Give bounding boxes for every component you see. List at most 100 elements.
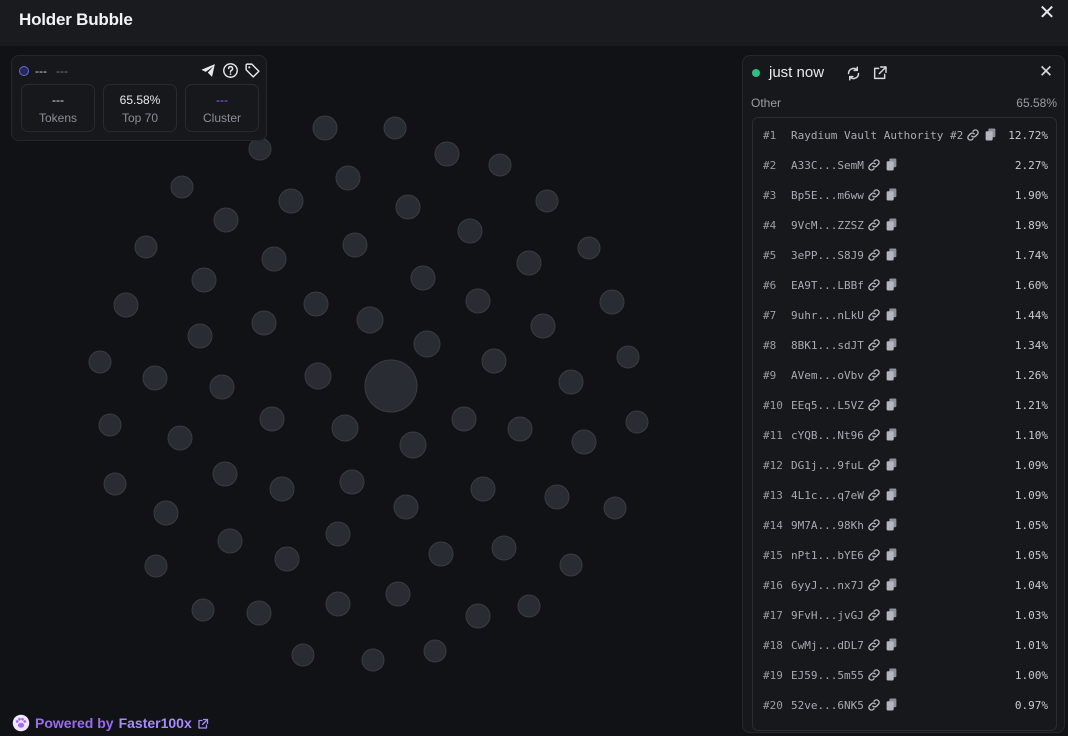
help-icon[interactable] bbox=[222, 62, 239, 79]
link-icon[interactable] bbox=[867, 578, 881, 592]
holder-bubble[interactable] bbox=[616, 345, 640, 369]
holder-bubble[interactable] bbox=[113, 292, 139, 318]
holder-row[interactable]: #18 CwMj...dDL7 1.01% bbox=[753, 636, 1056, 656]
link-icon[interactable] bbox=[867, 308, 881, 322]
holder-bubble[interactable] bbox=[383, 116, 407, 140]
holder-address[interactable]: 8BK1...sdJT bbox=[791, 339, 864, 352]
holder-bubble[interactable] bbox=[325, 591, 351, 617]
copy-icon[interactable] bbox=[985, 128, 996, 141]
holder-address[interactable]: 3ePP...S8J9 bbox=[791, 249, 864, 262]
holder-address[interactable]: nPt1...bYE6 bbox=[791, 549, 864, 562]
holder-bubble[interactable] bbox=[170, 175, 194, 199]
holder-bubble[interactable] bbox=[213, 207, 239, 233]
copy-icon[interactable] bbox=[886, 518, 897, 531]
holder-address[interactable]: Raydium Vault Authority #2 bbox=[791, 129, 963, 142]
copy-icon[interactable] bbox=[886, 698, 897, 711]
holder-row[interactable]: #6 EA9T...LBBf 1.60% bbox=[753, 276, 1056, 296]
holder-bubble[interactable] bbox=[625, 410, 649, 434]
holder-bubble[interactable] bbox=[491, 535, 517, 561]
holder-bubble[interactable] bbox=[331, 414, 359, 442]
holder-row[interactable]: #10 EEq5...L5VZ 1.21% bbox=[753, 396, 1056, 416]
holder-row[interactable]: #9 AVem...oVbv 1.26% bbox=[753, 366, 1056, 386]
copy-icon[interactable] bbox=[886, 608, 897, 621]
holder-bubble[interactable] bbox=[481, 348, 507, 374]
holder-bubble[interactable] bbox=[428, 541, 454, 567]
link-icon[interactable] bbox=[867, 488, 881, 502]
link-icon[interactable] bbox=[867, 428, 881, 442]
copy-icon[interactable] bbox=[886, 488, 897, 501]
copy-icon[interactable] bbox=[886, 668, 897, 681]
holder-bubble[interactable] bbox=[465, 288, 491, 314]
holder-bubble[interactable] bbox=[142, 365, 168, 391]
holder-bubble[interactable] bbox=[339, 469, 365, 495]
holder-bubble[interactable] bbox=[599, 289, 625, 315]
holder-row[interactable]: #17 9FvH...jvGJ 1.03% bbox=[753, 606, 1056, 626]
copy-icon[interactable] bbox=[886, 158, 897, 171]
holder-address[interactable]: 4L1c...q7eW bbox=[791, 489, 864, 502]
holder-address[interactable]: 6yyJ...nx7J bbox=[791, 579, 864, 592]
holder-bubble[interactable] bbox=[423, 639, 447, 663]
holder-bubble[interactable] bbox=[209, 374, 235, 400]
copy-icon[interactable] bbox=[886, 458, 897, 471]
holder-bubble[interactable] bbox=[571, 429, 597, 455]
close-icon[interactable]: ✕ bbox=[1036, 2, 1058, 24]
link-icon[interactable] bbox=[867, 218, 881, 232]
holder-bubble[interactable] bbox=[134, 235, 158, 259]
holder-address[interactable]: EEq5...L5VZ bbox=[791, 399, 864, 412]
holder-bubble[interactable] bbox=[278, 188, 304, 214]
copy-icon[interactable] bbox=[886, 338, 897, 351]
holder-row[interactable]: #11 cYQB...Nt96 1.10% bbox=[753, 426, 1056, 446]
link-icon[interactable] bbox=[867, 188, 881, 202]
copy-icon[interactable] bbox=[886, 248, 897, 261]
holder-bubble[interactable] bbox=[261, 246, 287, 272]
link-icon[interactable] bbox=[867, 518, 881, 532]
holder-list[interactable]: #1 Raydium Vault Authority #2 12.72% #2 A33C… bbox=[752, 117, 1057, 731]
tag-icon[interactable] bbox=[244, 62, 261, 79]
link-icon[interactable] bbox=[867, 608, 881, 622]
holder-address[interactable]: DG1j...9fuL bbox=[791, 459, 864, 472]
holder-row[interactable]: #4 9VcM...ZZSZ 1.89% bbox=[753, 216, 1056, 236]
holder-address[interactable]: EA9T...LBBf bbox=[791, 279, 864, 292]
copy-icon[interactable] bbox=[886, 578, 897, 591]
holder-row[interactable]: #13 4L1c...q7eW 1.09% bbox=[753, 486, 1056, 506]
holder-bubble[interactable] bbox=[217, 528, 243, 554]
external-link-icon[interactable] bbox=[872, 65, 888, 81]
holder-bubble[interactable] bbox=[603, 496, 627, 520]
brand-link[interactable]: Faster100x bbox=[119, 715, 192, 731]
holder-address[interactable]: 52ve...6NK5 bbox=[791, 699, 864, 712]
holder-row[interactable]: #5 3ePP...S8J9 1.74% bbox=[753, 246, 1056, 266]
holder-bubble[interactable] bbox=[364, 359, 418, 413]
holder-address[interactable]: 9VcM...ZZSZ bbox=[791, 219, 864, 232]
holder-address[interactable]: Bp5E...m6ww bbox=[791, 189, 864, 202]
holder-row[interactable]: #15 nPt1...bYE6 1.05% bbox=[753, 546, 1056, 566]
holder-address[interactable]: A33C...SemM bbox=[791, 159, 864, 172]
holder-bubble[interactable] bbox=[291, 643, 315, 667]
holder-bubble[interactable] bbox=[325, 521, 351, 547]
holder-bubble[interactable] bbox=[385, 581, 411, 607]
holder-row[interactable]: #14 9M7A...98Kh 1.05% bbox=[753, 516, 1056, 536]
link-icon[interactable] bbox=[867, 698, 881, 712]
holder-bubble[interactable] bbox=[304, 362, 332, 390]
holder-bubble[interactable] bbox=[103, 472, 127, 496]
holder-bubble[interactable] bbox=[395, 194, 421, 220]
holder-bubble[interactable] bbox=[507, 416, 533, 442]
link-icon[interactable] bbox=[867, 338, 881, 352]
holder-bubble[interactable] bbox=[361, 648, 385, 672]
holder-bubble[interactable] bbox=[577, 236, 601, 260]
holder-bubble[interactable] bbox=[212, 461, 238, 487]
copy-icon[interactable] bbox=[886, 638, 897, 651]
link-icon[interactable] bbox=[867, 158, 881, 172]
holder-row[interactable]: #7 9uhr...nLkU 1.44% bbox=[753, 306, 1056, 326]
holder-bubble[interactable] bbox=[88, 350, 112, 374]
link-icon[interactable] bbox=[867, 248, 881, 262]
holder-address[interactable]: 9uhr...nLkU bbox=[791, 309, 864, 322]
link-icon[interactable] bbox=[867, 278, 881, 292]
holder-bubble[interactable] bbox=[410, 265, 436, 291]
holder-bubble[interactable] bbox=[434, 141, 460, 167]
holder-bubble[interactable] bbox=[413, 330, 441, 358]
holder-row[interactable]: #3 Bp5E...m6ww 1.90% bbox=[753, 186, 1056, 206]
copy-icon[interactable] bbox=[886, 428, 897, 441]
link-icon[interactable] bbox=[867, 398, 881, 412]
holder-bubble[interactable] bbox=[274, 546, 300, 572]
holder-bubble[interactable] bbox=[356, 306, 384, 334]
